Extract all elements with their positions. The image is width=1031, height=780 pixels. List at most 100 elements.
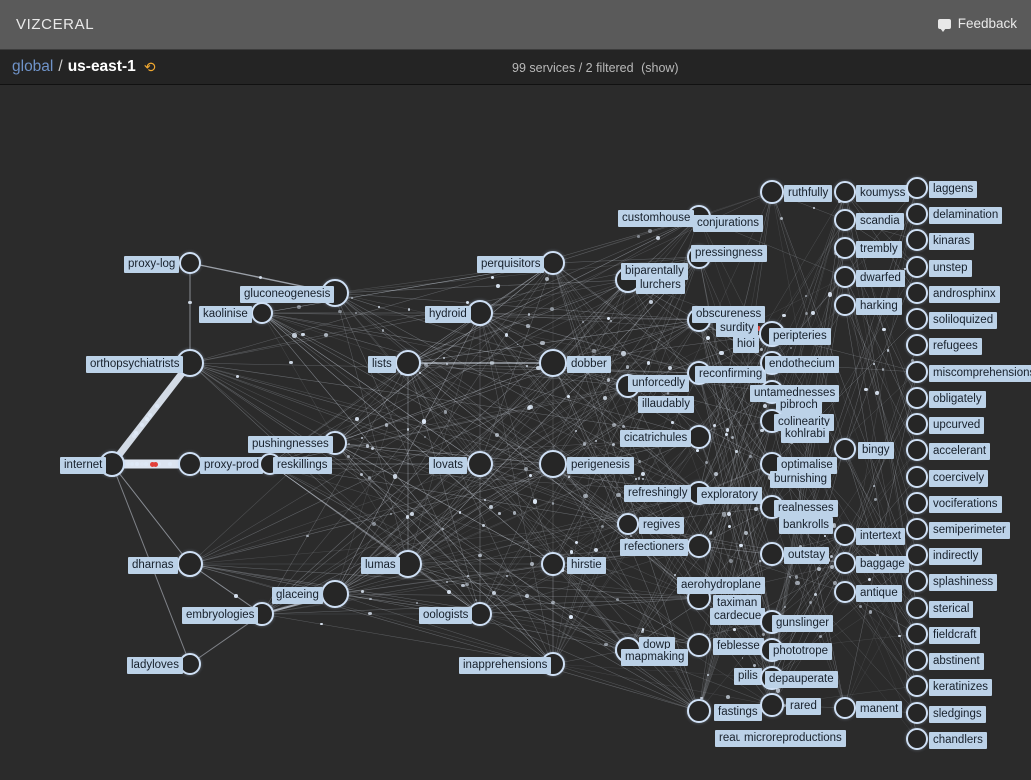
service-label-lovats[interactable]: lovats	[429, 457, 468, 474]
service-node-soliloquized[interactable]	[906, 308, 928, 330]
service-label-soliloquized[interactable]: soliloquized	[929, 312, 998, 329]
service-node-harking[interactable]	[834, 294, 856, 316]
service-node-feblesse[interactable]	[687, 633, 711, 657]
service-label-indirectly[interactable]: indirectly	[929, 548, 983, 565]
service-label-glaceing[interactable]: glaceing	[272, 587, 323, 604]
service-label-rared[interactable]: rared	[786, 698, 821, 715]
service-label-perquisitors[interactable]: perquisitors	[477, 256, 545, 273]
service-node-accelerant[interactable]	[906, 439, 928, 461]
service-node-refugees[interactable]	[906, 334, 928, 356]
service-label-keratinizes[interactable]: keratinizes	[929, 679, 992, 696]
service-label-sledgings[interactable]: sledgings	[929, 706, 986, 723]
service-label-lurchers[interactable]: lurchers	[636, 277, 685, 294]
service-node-antique[interactable]	[834, 581, 856, 603]
service-label-sterical[interactable]: sterical	[929, 601, 974, 618]
service-label-fieldcraft[interactable]: fieldcraft	[929, 627, 981, 644]
service-label-androsphinx[interactable]: androsphinx	[929, 286, 1000, 303]
service-node-baggage[interactable]	[834, 552, 856, 574]
service-label-dharnas[interactable]: dharnas	[128, 557, 178, 574]
service-label-regives[interactable]: regives	[639, 517, 685, 534]
service-node-hirstie[interactable]	[541, 552, 565, 576]
service-label-surdity[interactable]: surdity	[716, 320, 758, 337]
service-node-dwarfed[interactable]	[834, 266, 856, 288]
service-label-burnishing[interactable]: burnishing	[770, 471, 832, 488]
service-label-gunslinger[interactable]: gunslinger	[772, 615, 834, 632]
service-label-koumyss[interactable]: koumyss	[856, 185, 910, 202]
service-node-dobber[interactable]	[539, 349, 567, 377]
service-node-semiperimeter[interactable]	[906, 518, 928, 540]
service-label-conjurations[interactable]: conjurations	[693, 215, 764, 232]
service-label-reconfirming[interactable]: reconfirming	[695, 366, 767, 383]
service-label-mapmaking[interactable]: mapmaking	[621, 649, 689, 666]
breadcrumb-item-region[interactable]: us-east-1	[68, 58, 136, 76]
service-label-orthopsychiatrists[interactable]: orthopsychiatrists	[86, 356, 184, 373]
service-label-embryologies[interactable]: embryologies	[182, 607, 259, 624]
service-label-proxy-prod[interactable]: proxy-prod	[200, 457, 263, 474]
service-node-regives[interactable]	[617, 513, 639, 535]
service-label-refectioners[interactable]: refectioners	[620, 539, 689, 556]
service-label-oologists[interactable]: oologists	[419, 607, 473, 624]
service-label-kohlrabi[interactable]: kohlrabi	[781, 426, 830, 443]
service-node-sledgings[interactable]	[906, 702, 928, 724]
service-node-unstep[interactable]	[906, 256, 928, 278]
service-node-abstinent[interactable]	[906, 649, 928, 671]
service-node-refectioners[interactable]	[687, 534, 711, 558]
service-node-scandia[interactable]	[834, 209, 856, 231]
service-label-depauperate[interactable]: depauperate	[765, 671, 838, 688]
service-label-unstep[interactable]: unstep	[929, 260, 972, 277]
service-node-dharnas[interactable]	[177, 551, 203, 577]
service-label-pushingnesses[interactable]: pushingnesses	[248, 436, 333, 453]
service-label-peripteries[interactable]: peripteries	[769, 328, 831, 345]
service-label-obligately[interactable]: obligately	[929, 391, 986, 408]
service-node-ruthfully[interactable]	[760, 180, 784, 204]
service-node-hydroid[interactable]	[467, 300, 493, 326]
service-node-androsphinx[interactable]	[906, 282, 928, 304]
service-node-lovats[interactable]	[467, 451, 493, 477]
service-node-coercively[interactable]	[906, 466, 928, 488]
service-node-proxy-prod[interactable]	[178, 452, 202, 476]
service-label-cardecue[interactable]: cardecue	[710, 608, 766, 625]
service-label-ladyloves[interactable]: ladyloves	[127, 657, 183, 674]
service-label-outstay[interactable]: outstay	[784, 547, 830, 564]
service-node-obligately[interactable]	[906, 387, 928, 409]
service-label-hirstie[interactable]: hirstie	[567, 557, 606, 574]
service-label-vociferations[interactable]: vociferations	[929, 496, 1002, 513]
service-label-hioi[interactable]: hioi	[733, 336, 759, 353]
service-label-kaolinise[interactable]: kaolinise	[199, 306, 252, 323]
service-label-lumas[interactable]: lumas	[361, 557, 400, 574]
service-label-dobber[interactable]: dobber	[567, 356, 611, 373]
service-node-kaolinise[interactable]	[251, 302, 273, 324]
service-label-gluconeogenesis[interactable]: gluconeogenesis	[240, 286, 335, 303]
service-label-scandia[interactable]: scandia	[856, 213, 904, 230]
service-label-reskillings[interactable]: reskillings	[273, 457, 332, 474]
service-node-manent[interactable]	[834, 697, 856, 719]
service-node-koumyss[interactable]	[834, 181, 856, 203]
service-node-chandlers[interactable]	[906, 728, 928, 750]
service-node-outstay[interactable]	[760, 542, 784, 566]
breadcrumb-item-global[interactable]: global	[12, 58, 53, 76]
service-label-lists[interactable]: lists	[368, 356, 396, 373]
service-node-perigenesis[interactable]	[539, 450, 567, 478]
service-label-accelerant[interactable]: accelerant	[929, 443, 991, 460]
service-label-realnesses[interactable]: realnesses	[774, 500, 838, 517]
service-node-vociferations[interactable]	[906, 492, 928, 514]
service-label-dwarfed[interactable]: dwarfed	[856, 270, 905, 287]
traffic-graph-canvas[interactable]: proxy-log gluconeogenesis kaolinise orthops…	[0, 86, 1031, 780]
service-label-splashiness[interactable]: splashiness	[929, 574, 998, 591]
service-node-perquisitors[interactable]	[541, 251, 565, 275]
service-label-antique[interactable]: antique	[856, 585, 902, 602]
service-label-coercively[interactable]: coercively	[929, 470, 989, 487]
service-node-fastings[interactable]	[687, 699, 711, 723]
service-label-pressingness[interactable]: pressingness	[691, 245, 767, 262]
service-label-chandlers[interactable]: chandlers	[929, 732, 987, 749]
service-label-exploratory[interactable]: exploratory	[697, 487, 762, 504]
service-label-refugees[interactable]: refugees	[929, 338, 982, 355]
service-node-fieldcraft[interactable]	[906, 623, 928, 645]
service-label-customhouse[interactable]: customhouse	[618, 210, 695, 227]
service-label-internet[interactable]: internet	[60, 457, 107, 474]
service-label-abstinent[interactable]: abstinent	[929, 653, 984, 670]
service-label-inapprehensions[interactable]: inapprehensions	[459, 657, 552, 674]
service-label-upcurved[interactable]: upcurved	[929, 417, 985, 434]
service-node-lists[interactable]	[395, 350, 421, 376]
service-label-microreproductions[interactable]: microreproductions	[740, 730, 846, 747]
